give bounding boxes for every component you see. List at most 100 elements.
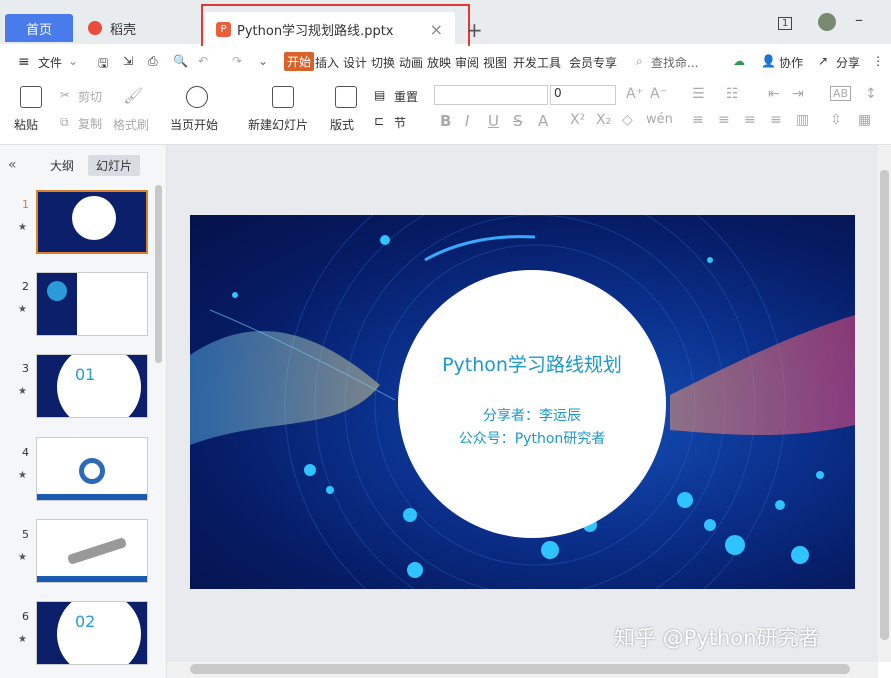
minimize-icon[interactable]: – [855,10,863,29]
collaborate-icon: 👤 [761,54,776,68]
menu-review[interactable]: 审阅 [455,54,479,71]
menu-view[interactable]: 视图 [483,54,507,71]
menu-developer[interactable]: 开发工具 [513,54,561,71]
more-icon[interactable]: ⌄ [258,54,268,68]
vertical-scrollbar[interactable] [880,170,889,640]
paragraph-spacing-icon[interactable]: ⇳ [830,112,842,128]
panel-scrollbar[interactable] [155,185,162,363]
collaborate-button[interactable]: 协作 [779,54,803,71]
reset-icon: ▤ [374,88,385,102]
distribute-icon[interactable]: ▥ [796,112,809,128]
window-count-icon[interactable]: 1 [778,14,792,30]
slide-number: 6 [22,610,29,623]
menu-file[interactable]: 文件 [38,54,62,71]
bullet-list-icon[interactable]: ☰ [692,86,705,102]
align-right-icon[interactable]: ≡ [744,112,756,128]
cut-button[interactable]: 剪切 [78,88,102,105]
animation-star-icon: ★ [18,552,27,563]
menu-icon[interactable]: ≡ [18,54,30,70]
print-icon[interactable]: ⎙ [148,54,158,69]
undo-icon[interactable]: ↶ [198,54,208,68]
thumb-circle [72,196,116,240]
menu-insert[interactable]: 插入 [315,54,339,71]
horizontal-scrollbar[interactable] [190,664,850,674]
decrease-font-icon[interactable]: A⁻ [650,86,667,102]
menu-start[interactable]: 开始 [284,52,314,71]
preview-icon[interactable]: 🔍 [173,54,188,68]
text-direction-icon[interactable]: AB [830,86,851,101]
bold-icon[interactable]: B [440,112,451,130]
align-center-icon[interactable]: ≡ [718,112,730,128]
italic-icon[interactable]: I [465,112,469,130]
paste-button[interactable]: 粘贴 [14,116,38,133]
thumb-arrow [67,537,127,565]
daoke-logo-icon [88,21,102,35]
animation-star-icon: ★ [18,470,27,481]
decrease-indent-icon[interactable]: ⇤ [768,86,780,102]
menu-member[interactable]: 会员专享 [569,54,617,71]
copy-button[interactable]: 复制 [78,115,102,132]
new-slide-icon [272,86,294,108]
cloud-sync-icon[interactable]: ☁ [733,54,745,68]
slide-thumbnail-1[interactable] [36,190,148,254]
save-icon[interactable]: 🖫 [98,54,108,75]
tab-slides[interactable]: 幻灯片 [88,155,140,176]
animation-star-icon: ★ [18,222,27,233]
slide-thumbnail-6[interactable]: 02 [36,601,148,665]
redo-icon[interactable]: ↷ [232,54,242,68]
columns-icon[interactable]: ▦ [858,112,871,128]
avatar[interactable] [818,13,836,31]
font-color-icon[interactable]: A [538,112,548,130]
thumb-footer [37,494,148,501]
justify-icon[interactable]: ≡ [770,112,782,128]
slide-title[interactable]: Python学习路线规划 [398,350,666,377]
slide-sharer[interactable]: 分享者：李运辰 [398,405,666,425]
chevron-down-icon[interactable]: ⌄ [68,54,78,68]
menu-design[interactable]: 设计 [343,54,367,71]
section-button[interactable]: 节 [394,114,406,131]
subscript-icon[interactable]: X₂ [596,112,611,128]
from-current-button[interactable]: 当页开始 [170,116,218,133]
align-left-icon[interactable]: ≡ [692,112,704,128]
more-options-icon[interactable]: ⋮ [872,54,884,68]
tab-home[interactable]: 首页 [5,14,73,42]
export-icon[interactable]: ⇲ [123,54,133,68]
font-size-select[interactable]: 0 [550,85,616,105]
menu-animation[interactable]: 动画 [399,54,423,71]
slide-thumbnail-4[interactable] [36,437,148,501]
menu-transition[interactable]: 切换 [371,54,395,71]
strikethrough-icon[interactable]: S [513,112,523,130]
search-input[interactable]: 查找命... [651,54,698,71]
tab-outline[interactable]: 大纲 [50,157,74,174]
new-tab-icon[interactable]: + [466,18,483,42]
layout-button[interactable]: 版式 [330,116,354,133]
collapse-panel-icon[interactable]: « [8,157,17,173]
slide-thumbnail-5[interactable] [36,519,148,583]
line-spacing-icon[interactable]: ↕ [865,86,877,102]
superscript-icon[interactable]: X² [570,112,585,128]
increase-font-icon[interactable]: A⁺ [626,86,643,102]
tab-daoke-label: 稻壳 [110,19,136,38]
slide-thumbnail-2[interactable] [36,272,148,336]
pinyin-icon[interactable]: wén [646,112,673,127]
slide-thumbnail-3[interactable]: 01 [36,354,148,418]
thumb-number: 01 [75,365,95,384]
paste-icon [20,86,42,108]
slide-account[interactable]: 公众号：Python研究者 [398,428,666,448]
thumb-bubble [47,281,67,301]
menu-slideshow[interactable]: 放映 [427,54,451,71]
animation-star-icon: ★ [18,634,27,645]
format-painter-button[interactable]: 格式刷 [113,116,149,133]
tab-daoke[interactable]: 稻壳 [80,14,190,42]
clear-format-icon[interactable]: ◇ [622,112,633,128]
new-slide-button[interactable]: 新建幻灯片 [248,116,308,133]
animation-star-icon: ★ [18,304,27,315]
underline-icon[interactable]: U [488,112,499,130]
increase-indent-icon[interactable]: ⇥ [792,86,804,102]
numbered-list-icon[interactable]: ☷ [726,86,739,102]
reset-button[interactable]: 重置 [394,88,418,105]
share-button[interactable]: 分享 [836,54,860,71]
slide-number: 5 [22,528,29,541]
highlight-annotation [201,4,470,48]
font-family-select[interactable] [434,85,548,105]
